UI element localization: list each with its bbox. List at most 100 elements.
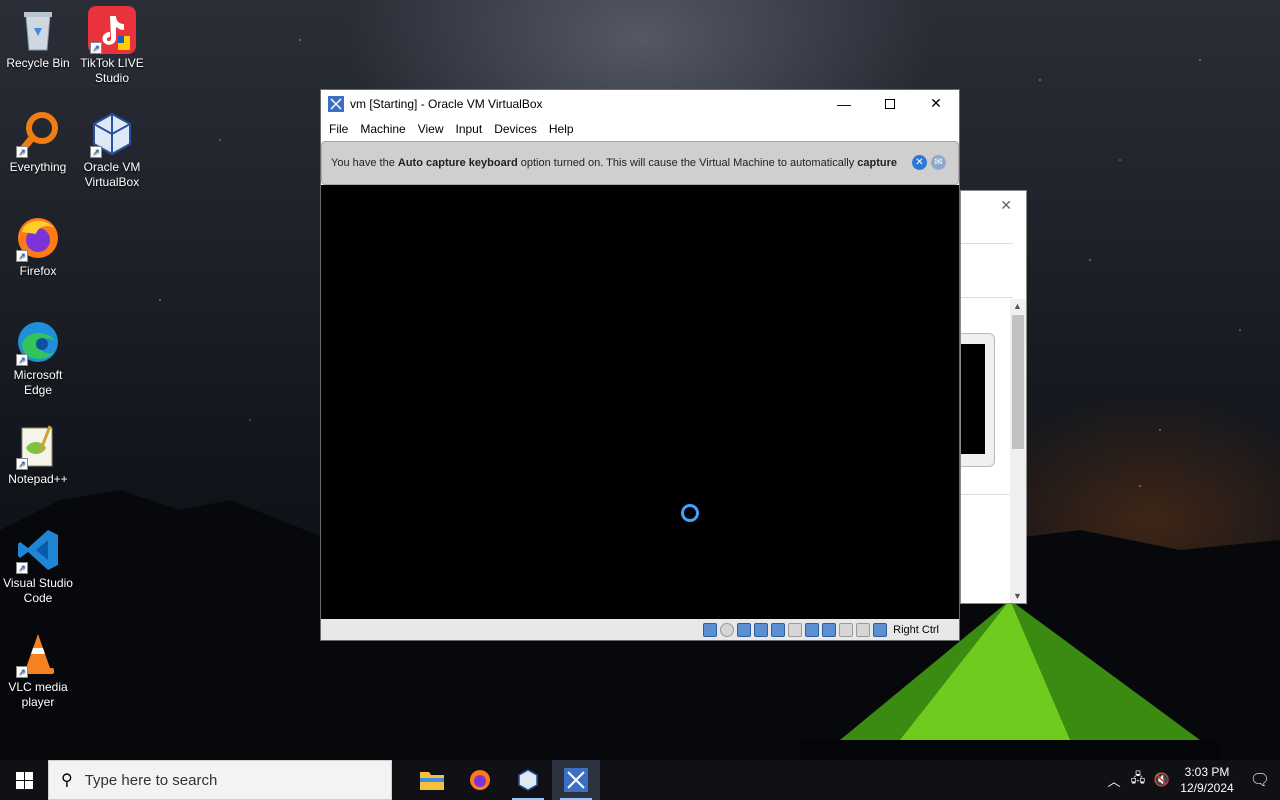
desktop-icon-label: Oracle VM VirtualBox bbox=[83, 160, 141, 189]
show-hidden-icons-chevron-up-icon[interactable]: ︿ bbox=[1102, 771, 1126, 790]
preview-screen bbox=[961, 344, 985, 454]
everything-search-icon: ↗ bbox=[14, 110, 62, 158]
menu-help[interactable]: Help bbox=[543, 122, 580, 136]
window-title: vm [Starting] - Oracle VM VirtualBox bbox=[350, 96, 543, 111]
notice-text-middle: option turned on. This will cause the Vi… bbox=[517, 157, 858, 169]
taskbar-file-explorer[interactable] bbox=[408, 760, 456, 800]
menu-view[interactable]: View bbox=[412, 122, 450, 136]
volume-muted-icon[interactable]: 🔇 bbox=[1150, 772, 1174, 788]
vm-status-bar: Right Ctrl bbox=[321, 619, 959, 640]
desktop-icon-vlc-media-player[interactable]: ↗ VLC media player bbox=[0, 630, 76, 710]
desktop-icon-label: Firefox bbox=[19, 264, 57, 278]
audio-icon[interactable] bbox=[737, 622, 752, 637]
clock-date: 12/9/2024 bbox=[1180, 781, 1234, 795]
close-button[interactable]: ✕ bbox=[913, 90, 959, 117]
divider bbox=[961, 494, 1013, 495]
notice-close-button[interactable]: ✕ bbox=[912, 155, 927, 170]
vm-display[interactable] bbox=[321, 185, 959, 620]
desktop-icon-recycle-bin[interactable]: Recycle Bin bbox=[0, 6, 76, 71]
cpu-activity-icon[interactable] bbox=[856, 622, 871, 637]
search-icon: ⚲ bbox=[61, 772, 73, 789]
desktop-icon-microsoft-edge[interactable]: ↗ Microsoft Edge bbox=[0, 318, 76, 398]
notice-buttons: ✕ ✉ bbox=[912, 155, 946, 170]
desktop-icon-everything[interactable]: ↗ Everything bbox=[0, 110, 76, 175]
shortcut-arrow-icon: ↗ bbox=[16, 354, 28, 366]
taskbar-virtualbox-vm[interactable] bbox=[552, 760, 600, 800]
desktop-icon-label: TikTok LIVE Studio bbox=[80, 56, 144, 85]
desktop-icon-tiktok-live-studio[interactable]: ↗ TikTok LIVE Studio bbox=[74, 6, 150, 86]
menu-bar: File Machine View Input Devices Help bbox=[321, 117, 959, 141]
menu-file[interactable]: File bbox=[323, 122, 354, 136]
mouse-integration-icon[interactable] bbox=[839, 622, 854, 637]
vlc-cone-icon: ↗ bbox=[14, 630, 62, 678]
shared-folders-icon[interactable] bbox=[788, 622, 803, 637]
edge-icon: ↗ bbox=[14, 318, 62, 366]
search-placeholder: Type here to search bbox=[84, 771, 218, 789]
windows-logo-icon bbox=[15, 771, 33, 789]
taskbar-virtualbox-manager[interactable] bbox=[504, 760, 552, 800]
display-icon[interactable] bbox=[805, 622, 820, 637]
scrollbar-thumb[interactable] bbox=[1012, 315, 1024, 449]
menu-machine[interactable]: Machine bbox=[354, 122, 411, 136]
divider bbox=[961, 243, 1013, 244]
preview-panel bbox=[961, 333, 995, 467]
shortcut-arrow-icon: ↗ bbox=[16, 666, 28, 678]
virtualbox-vm-window[interactable]: vm [Starting] - Oracle VM VirtualBox — ✕… bbox=[320, 89, 960, 641]
host-key-arrow-icon[interactable] bbox=[873, 622, 888, 637]
network-icon[interactable] bbox=[754, 622, 769, 637]
scroll-up-icon[interactable]: ▲ bbox=[1013, 301, 1022, 311]
virtualbox-icon bbox=[518, 769, 538, 791]
desktop-icon-firefox[interactable]: ↗ Firefox bbox=[0, 214, 76, 279]
shortcut-arrow-icon: ↗ bbox=[90, 42, 102, 54]
desktop-icon-label: Recycle Bin bbox=[6, 56, 70, 70]
taskbar: ⚲ Type here to search ︿ 🖧 🔇 3:03 PM 12/9… bbox=[0, 760, 1280, 800]
video-capture-icon[interactable] bbox=[822, 622, 837, 637]
vscode-icon: ↗ bbox=[14, 526, 62, 574]
divider bbox=[961, 297, 1013, 298]
virtualbox-vm-icon bbox=[564, 768, 588, 792]
desktop-icon-visual-studio-code[interactable]: ↗ Visual Studio Code bbox=[0, 526, 76, 606]
clock-time: 3:03 PM bbox=[1184, 765, 1230, 779]
menu-devices[interactable]: Devices bbox=[488, 122, 543, 136]
virtualbox-vm-icon bbox=[328, 95, 344, 112]
scroll-down-icon[interactable]: ▼ bbox=[1013, 591, 1022, 601]
auto-capture-notice: You have the Auto capture keyboard optio… bbox=[321, 141, 959, 185]
shortcut-arrow-icon: ↗ bbox=[16, 562, 28, 574]
loading-spinner-icon bbox=[681, 504, 699, 522]
shortcut-arrow-icon: ↗ bbox=[16, 458, 28, 470]
system-tray: ︿ 🖧 🔇 3:03 PM 12/9/2024 🗨 bbox=[1102, 760, 1280, 800]
optical-drive-icon[interactable] bbox=[720, 622, 735, 637]
desktop-icon-notepad-plus-plus[interactable]: ↗ Notepad++ bbox=[0, 422, 76, 487]
window-titlebar[interactable]: vm [Starting] - Oracle VM VirtualBox — ✕ bbox=[321, 90, 959, 117]
desktop-icon-label: Notepad++ bbox=[8, 472, 68, 486]
close-icon: ✕ bbox=[930, 95, 942, 111]
taskbar-firefox[interactable] bbox=[456, 760, 504, 800]
minimize-button[interactable]: — bbox=[821, 90, 867, 117]
shortcut-arrow-icon: ↗ bbox=[16, 146, 28, 158]
start-button[interactable] bbox=[0, 760, 48, 800]
clock[interactable]: 3:03 PM 12/9/2024 bbox=[1174, 764, 1240, 796]
background-window[interactable]: ✕ ▲ ▼ bbox=[960, 190, 1027, 604]
shortcut-arrow-icon: ↗ bbox=[16, 250, 28, 262]
notice-text-bold-option: Auto capture keyboard bbox=[397, 157, 518, 169]
folder-icon bbox=[420, 772, 444, 790]
tiktok-live-studio-icon: ↗ bbox=[88, 6, 136, 54]
firefox-icon: ↗ bbox=[14, 214, 62, 262]
close-icon[interactable]: ✕ bbox=[1000, 197, 1012, 214]
notepad-plus-plus-icon: ↗ bbox=[14, 422, 62, 470]
notice-text-prefix: You have the bbox=[331, 157, 398, 169]
recycle-bin-icon bbox=[14, 6, 62, 54]
desktop-icon-label: Microsoft Edge bbox=[13, 368, 63, 397]
hard-disk-icon[interactable] bbox=[703, 622, 718, 637]
maximize-button[interactable] bbox=[867, 90, 913, 117]
network-icon[interactable]: 🖧 bbox=[1126, 769, 1150, 791]
taskbar-search-box[interactable]: ⚲ Type here to search bbox=[48, 760, 392, 800]
usb-icon[interactable] bbox=[771, 622, 786, 637]
firefox-icon bbox=[470, 770, 490, 790]
virtualbox-icon: ↗ bbox=[88, 110, 136, 158]
action-center-icon[interactable]: 🗨 bbox=[1240, 770, 1280, 790]
notice-text-bold-capture: capture bbox=[857, 157, 898, 169]
desktop-icon-oracle-vm-virtualbox[interactable]: ↗ Oracle VM VirtualBox bbox=[74, 110, 150, 190]
menu-input[interactable]: Input bbox=[450, 122, 489, 136]
notice-dont-show-button[interactable]: ✉ bbox=[931, 155, 946, 170]
